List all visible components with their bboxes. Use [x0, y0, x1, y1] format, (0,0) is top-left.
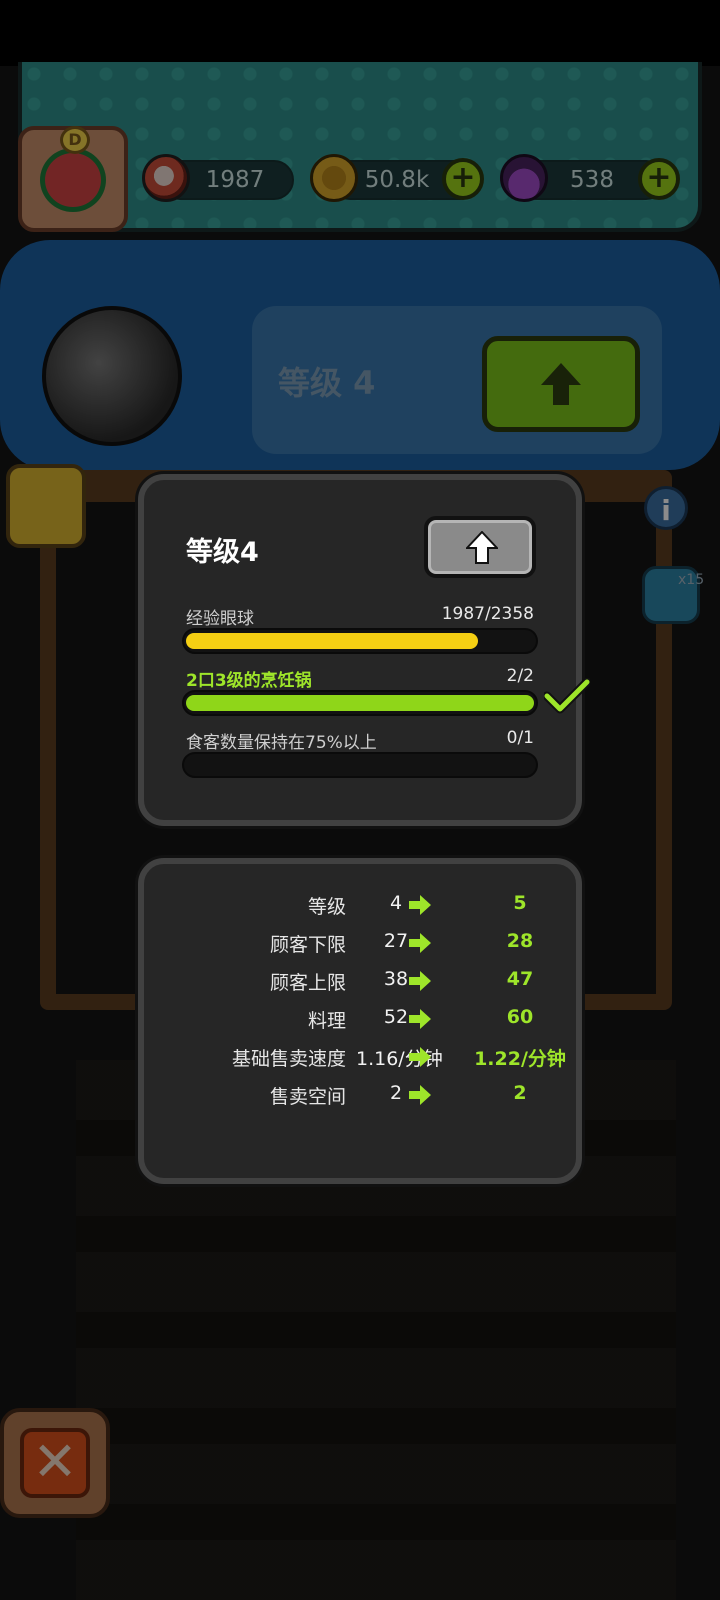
up-arrow-icon [466, 531, 498, 564]
progress-bar [182, 752, 538, 778]
right-arrow-icon [409, 971, 431, 991]
stat-next-value: 2 [513, 1082, 527, 1104]
stat-label: 等级 [307, 896, 346, 918]
stat-next-value: 1.22/分钟 [474, 1048, 566, 1070]
progress-fill [186, 695, 534, 711]
requirement-value: 0/1 [506, 728, 534, 748]
stat-row: 顾客上限 38 47 [146, 968, 576, 1002]
right-arrow-icon [409, 1085, 431, 1105]
stat-row: 顾客下限 27 28 [146, 930, 576, 964]
progress-bar [182, 628, 538, 654]
right-arrow-icon [409, 933, 431, 953]
requirement-value: 1987/2358 [441, 604, 534, 624]
progress-bar [182, 690, 538, 716]
requirement-value: 2/2 [506, 666, 534, 686]
progress-fill [186, 633, 478, 649]
right-arrow-icon [409, 1047, 431, 1067]
stat-label: 基础售卖速度 [231, 1048, 346, 1070]
stat-label: 售卖空间 [269, 1086, 346, 1108]
requirements-title: 等级4 [186, 537, 259, 568]
checkmark-icon [544, 678, 590, 714]
stat-row: 售卖空间 2 2 [146, 1082, 576, 1116]
stat-next-value: 5 [513, 892, 527, 914]
stat-label: 料理 [307, 1010, 346, 1032]
right-arrow-icon [409, 1009, 431, 1029]
right-arrow-icon [409, 895, 431, 915]
stat-row: 料理 52 60 [146, 1006, 576, 1040]
stat-next-value: 28 [506, 930, 534, 952]
stat-row: 等级 4 5 [146, 892, 576, 926]
stat-label: 顾客下限 [269, 934, 346, 956]
stat-row: 基础售卖速度 1.16/分钟 1.22/分钟 [146, 1044, 576, 1078]
level-up-button[interactable] [424, 516, 536, 578]
stat-next-value: 47 [506, 968, 534, 990]
requirement-label: 经验眼球 [186, 609, 254, 629]
stat-label: 顾客上限 [269, 972, 346, 994]
requirement-label: 2口3级的烹饪锅 [186, 671, 312, 691]
stat-next-value: 60 [506, 1006, 534, 1028]
requirement-label: 食客数量保持在75%以上 [186, 733, 377, 753]
